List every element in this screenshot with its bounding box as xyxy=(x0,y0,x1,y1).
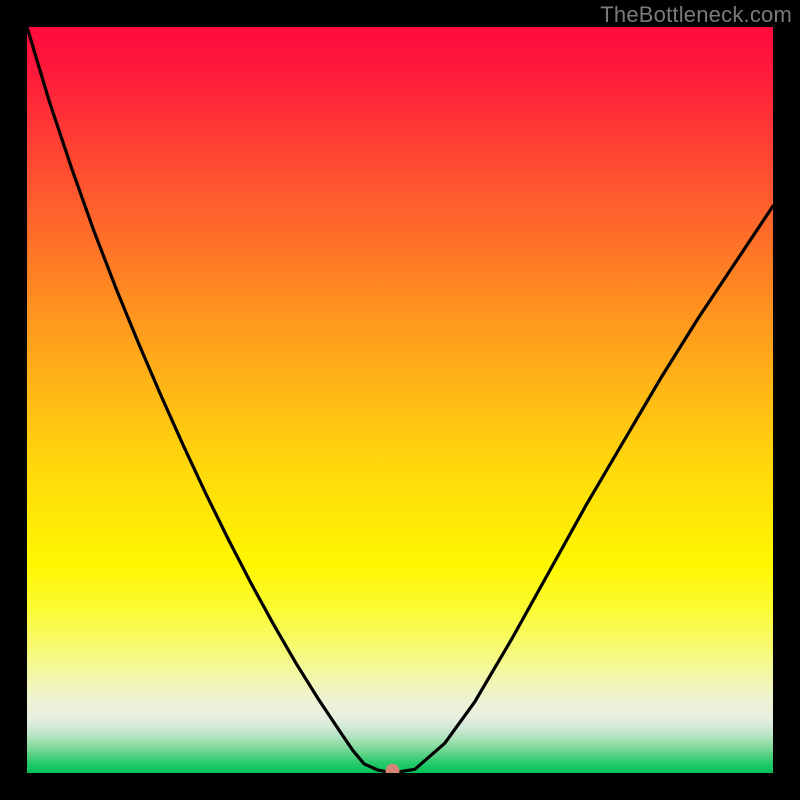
bottleneck-curve xyxy=(27,27,773,773)
curve-layer xyxy=(27,27,773,773)
chart-frame: TheBottleneck.com xyxy=(0,0,800,800)
optimum-marker-icon xyxy=(386,764,400,773)
plot-area xyxy=(27,27,773,773)
watermark-text: TheBottleneck.com xyxy=(600,2,792,28)
